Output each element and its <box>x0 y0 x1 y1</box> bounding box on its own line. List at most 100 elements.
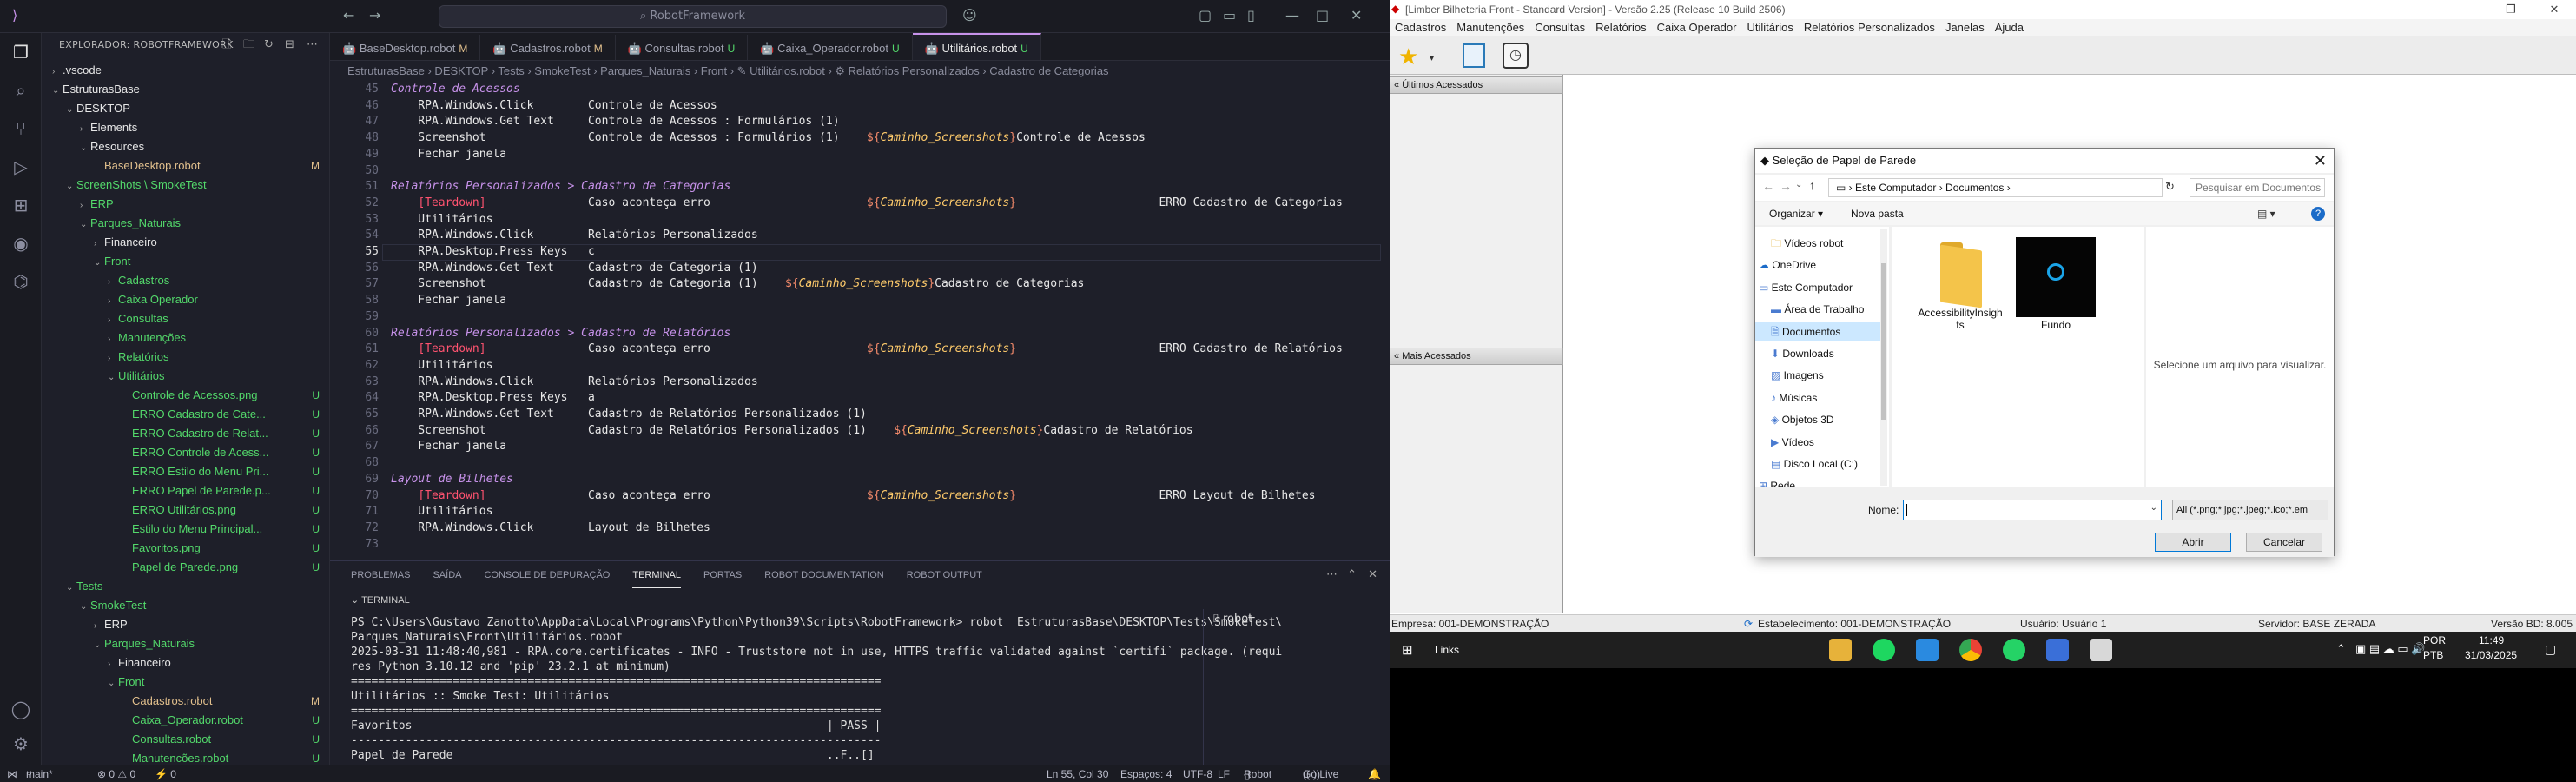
nav-item[interactable]: ☁ OneDrive <box>1755 255 1880 275</box>
app-minimize-icon[interactable]: — <box>2446 0 2489 19</box>
nav-item[interactable]: ▬ Área de Trabalho <box>1755 300 1880 319</box>
code-line[interactable]: [Teardown] Caso aconteça erro ${Caminho_… <box>391 489 1315 502</box>
nav-item[interactable]: ♪ Músicas <box>1755 388 1880 408</box>
chrome-icon[interactable] <box>1959 639 1982 661</box>
code-line[interactable]: Relatórios Personalizados > Cadastro de … <box>391 180 730 193</box>
panel-tab[interactable]: CONSOLE DE DEPURAÇÃO <box>484 561 610 589</box>
code-line[interactable]: [Teardown] Caso aconteça erro ${Caminho_… <box>391 342 1342 355</box>
end-of-line[interactable]: LF <box>1218 765 1230 782</box>
tree-item[interactable]: › Financeiro <box>42 653 329 673</box>
code-line[interactable]: RPA.Windows.Get Text Cadastro de Relatór… <box>391 408 867 421</box>
new-folder-button[interactable]: Nova pasta <box>1851 202 1904 225</box>
code-line[interactable]: Fechar janela <box>391 294 506 307</box>
panel-tab[interactable]: PROBLEMAS <box>351 561 410 589</box>
cursor-position[interactable]: Ln 55, Col 30 <box>1047 765 1108 782</box>
nav-item[interactable]: 🗀 Vídeos robot <box>1755 234 1880 253</box>
clock-exit-icon[interactable]: ◷ <box>1503 43 1529 69</box>
nav-item[interactable]: ▭ Este Computador <box>1755 278 1880 297</box>
app-restore-icon[interactable]: ❐ <box>2489 0 2533 19</box>
back-arrow-icon[interactable]: ← <box>343 7 354 23</box>
keyboard-layout[interactable]: PTB <box>2423 649 2443 661</box>
tree-item[interactable]: ⌄ Front <box>42 673 329 692</box>
spotify-icon[interactable] <box>1873 639 1895 661</box>
input-language[interactable]: POR <box>2423 634 2446 646</box>
app-close-icon[interactable]: ✕ <box>2533 0 2576 19</box>
open-button[interactable]: Abrir <box>2155 533 2231 552</box>
tree-item[interactable]: ERRO Controle de Acess... U <box>42 443 329 462</box>
new-file-icon[interactable]: 🗋 <box>222 33 231 57</box>
close-icon[interactable]: ✕ <box>1351 7 1362 23</box>
tree-item[interactable]: ⌄ EstruturasBase <box>42 80 329 99</box>
code-line[interactable]: Fechar janela <box>391 440 506 453</box>
tree-item[interactable]: Manutencões.robot U <box>42 749 329 765</box>
source-control-icon[interactable]: ⑂ <box>0 113 42 144</box>
tree-item[interactable]: ⌄ Parques_Naturais <box>42 634 329 653</box>
menu-item[interactable]: Consultas <box>1535 19 1585 36</box>
indentation[interactable]: Espaços: 4 <box>1120 765 1172 782</box>
forward-icon[interactable]: → <box>1780 179 1792 193</box>
menu-item[interactable]: Relatórios Personalizados <box>1804 19 1935 36</box>
tree-item[interactable]: BaseDesktop.robot M <box>42 156 329 176</box>
new-folder-icon[interactable]: 🗀 <box>243 33 254 57</box>
tree-item[interactable]: ⌄ Parques_Naturais <box>42 214 329 233</box>
refresh-icon[interactable]: ↻ <box>2165 180 2175 194</box>
code-line[interactable]: RPA.Windows.Click Relatórios Personaliza… <box>391 375 757 388</box>
code-line[interactable]: RPA.Desktop.Press Keys a <box>391 391 595 404</box>
extensions-icon[interactable]: ⊞ <box>0 189 42 221</box>
menu-item[interactable]: Janelas <box>1945 19 1985 36</box>
dialog-search-input[interactable]: Pesquisar em Documentos <box>2190 178 2325 197</box>
tree-item[interactable]: › Cadastros <box>42 271 329 290</box>
copilot-icon[interactable]: ☺ <box>962 7 977 23</box>
up-arrow-icon[interactable]: ↑ <box>1809 178 1815 192</box>
tree-item[interactable]: › ERP <box>42 615 329 634</box>
dialog-close-icon[interactable]: ✕ <box>2314 149 2327 173</box>
help-icon[interactable]: ? <box>2311 207 2325 221</box>
links-toolbar[interactable]: Links <box>1435 644 1459 656</box>
cancel-button[interactable]: Cancelar <box>2246 533 2322 552</box>
terminal-instance-item[interactable]: ⌷ robot <box>1212 613 1252 626</box>
menu-item[interactable]: Caixa Operador <box>1657 19 1737 36</box>
editor-tab[interactable]: 🤖 Consultas.robot U <box>616 35 749 60</box>
tree-item[interactable]: Controle de Acessos.png U <box>42 386 329 405</box>
account-icon[interactable]: ◯ <box>0 693 42 725</box>
dropdown-icon[interactable]: ⌄ <box>2150 503 2157 513</box>
tree-item[interactable]: › .vscode <box>42 61 329 80</box>
menu-item[interactable]: Cadastros <box>1395 19 1446 36</box>
menu-item[interactable]: Ajuda <box>1995 19 2024 36</box>
tree-item[interactable]: ⌄ Front <box>42 252 329 271</box>
collapse-all-icon[interactable]: ⊟ <box>285 33 294 57</box>
tree-item[interactable]: ERRO Cadastro de Cate... U <box>42 405 329 424</box>
run-debug-icon[interactable]: ▷ <box>0 151 42 182</box>
code-line[interactable]: RPA.Windows.Click Controle de Acessos <box>391 99 717 112</box>
history-chevron-icon[interactable]: ⌄ <box>1795 180 1802 189</box>
robot-icon[interactable]: ⌬ <box>0 266 42 297</box>
layout-icon[interactable]: ▢ <box>1199 7 1212 23</box>
tree-item[interactable]: Estilo do Menu Principal... U <box>42 520 329 539</box>
tree-item[interactable]: › Elements <box>42 118 329 137</box>
tree-item[interactable]: › Relatórios <box>42 348 329 367</box>
code-line[interactable]: Layout de Bilhetes <box>391 473 513 486</box>
organize-button[interactable]: Organizar ▾ <box>1769 202 1823 225</box>
nav-item[interactable]: 🗎 Documentos <box>1755 321 1880 341</box>
tree-item[interactable]: Cadastros.robot M <box>42 692 329 711</box>
tree-item[interactable]: Consultas.robot U <box>42 730 329 749</box>
whatsapp-icon[interactable] <box>2003 639 2025 661</box>
document-list-icon[interactable] <box>1463 43 1485 68</box>
encoding[interactable]: UTF-8 <box>1183 765 1212 782</box>
clock-time[interactable]: 11:49 <box>2479 634 2504 646</box>
address-bar[interactable]: ▭ › Este Computador › Documentos › <box>1828 178 2163 197</box>
nav-item[interactable]: ▤ Disco Local (C:) <box>1755 454 1880 474</box>
tree-item[interactable]: ERRO Papel de Parede.p... U <box>42 481 329 500</box>
tree-item[interactable]: › Caixa Operador <box>42 290 329 309</box>
nav-scrollbar[interactable] <box>1880 229 1887 486</box>
remote-icon[interactable]: ◉ <box>0 228 42 259</box>
file-explorer-icon[interactable] <box>1829 639 1852 661</box>
panel-tab[interactable]: ROBOT DOCUMENTATION <box>764 561 884 589</box>
menu-item[interactable]: Utilitários <box>1747 19 1793 36</box>
code-line[interactable]: Screenshot Controle de Acessos : Formulá… <box>391 131 1146 144</box>
code-line[interactable]: Controle de Acessos <box>391 83 520 96</box>
tree-item[interactable]: ⌄ Resources <box>42 137 329 156</box>
explorer-icon[interactable]: ❐ <box>0 36 42 68</box>
code-line[interactable]: RPA.Windows.Get Text Controle de Acessos… <box>391 115 839 128</box>
nav-item[interactable]: ⬇ Downloads <box>1755 344 1880 363</box>
